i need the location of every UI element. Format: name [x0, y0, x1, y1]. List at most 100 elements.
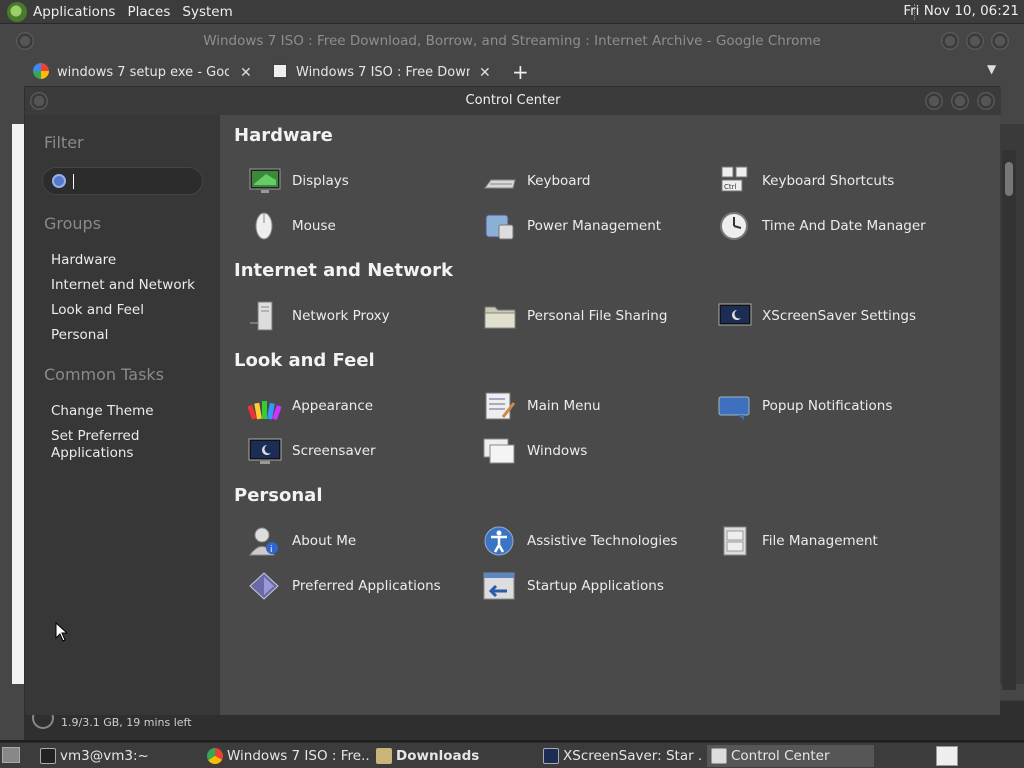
network-proxy-icon	[248, 301, 282, 331]
clock[interactable]: Fri Nov 10, 06:21	[903, 3, 1019, 19]
chrome-maximize-button[interactable]	[966, 32, 984, 50]
clock-icon	[718, 211, 752, 241]
scrollbar-thumb[interactable]	[1005, 162, 1013, 196]
item-time-and-date-manager[interactable]: Time And Date Manager	[718, 209, 926, 243]
task-terminal[interactable]: vm3@vm3:~	[36, 745, 196, 767]
task-chrome[interactable]: Windows 7 ISO : Fre...	[203, 745, 369, 767]
task-xscreensaver[interactable]: XScreenSaver: Star ...	[539, 745, 701, 767]
chrome-close-button[interactable]	[991, 32, 1009, 50]
sidebar-item-personal[interactable]: Personal	[51, 327, 108, 344]
cc-minimize-button[interactable]	[925, 92, 943, 110]
tab-label: Windows 7 ISO : Free Downloa	[296, 65, 470, 80]
item-appearance[interactable]: Appearance	[248, 389, 373, 423]
control-center-title[interactable]: Control Center	[25, 87, 1001, 115]
workspace-switcher-icon[interactable]	[936, 746, 958, 766]
sidebar-item-hardware[interactable]: Hardware	[51, 252, 116, 269]
tab-label: windows 7 setup exe - Google	[57, 65, 229, 80]
mate-logo-icon[interactable]	[7, 1, 27, 22]
cc-maximize-button[interactable]	[951, 92, 969, 110]
item-mouse[interactable]: Mouse	[248, 209, 336, 243]
item-assistive-technologies[interactable]: Assistive Technologies	[483, 524, 677, 558]
item-label: Displays	[292, 173, 349, 189]
section-title-internet-and-network: Internet and Network	[234, 260, 453, 281]
xscreensaver-icon	[543, 748, 559, 764]
cc-window-menu-button[interactable]	[30, 92, 48, 110]
tab-close-icon[interactable]: ✕	[240, 60, 252, 86]
item-label: Power Management	[527, 218, 662, 234]
startup-apps-icon	[483, 571, 517, 601]
mouse-pointer-icon	[55, 622, 67, 642]
screensaver-icon	[248, 436, 282, 466]
filter-input[interactable]	[42, 167, 203, 195]
item-about-me[interactable]: i About Me	[248, 524, 356, 558]
control-center-window: Control Center Filter Groups Hardware In…	[24, 86, 1001, 715]
about-me-icon: i	[248, 526, 282, 556]
appearance-icon	[248, 391, 282, 421]
system-menu[interactable]: System	[176, 4, 238, 20]
item-displays[interactable]: Displays	[248, 164, 349, 198]
item-label: Mouse	[292, 218, 336, 234]
applications-menu[interactable]: Applications	[27, 4, 121, 20]
task-set-preferred-applications[interactable]: Set Preferred Applications	[51, 428, 161, 462]
xscreensaver-icon	[718, 301, 752, 331]
item-file-management[interactable]: File Management	[718, 524, 878, 558]
terminal-icon	[40, 748, 56, 764]
item-label: About Me	[292, 533, 357, 549]
common-tasks-heading: Common Tasks	[44, 365, 165, 384]
item-preferred-applications[interactable]: Preferred Applications	[248, 569, 441, 603]
windows-icon	[483, 436, 517, 466]
task-control-center[interactable]: Control Center	[707, 745, 874, 767]
search-icon	[52, 174, 66, 188]
cc-close-button[interactable]	[977, 92, 995, 110]
google-icon	[33, 63, 49, 79]
page-content-edge	[12, 124, 24, 684]
tab-internet-archive[interactable]: Windows 7 ISO : Free Downloa	[272, 60, 470, 86]
folder-icon	[376, 748, 392, 764]
chrome-window-title: Windows 7 ISO : Free Download, Borrow, a…	[203, 33, 821, 49]
chrome-minimize-button[interactable]	[941, 32, 959, 50]
chrome-icon	[207, 748, 223, 764]
new-tab-button[interactable]: +	[512, 58, 529, 86]
item-label: Popup Notifications	[762, 398, 893, 414]
item-keyboard[interactable]: Keyboard	[483, 164, 590, 198]
item-keyboard-shortcuts[interactable]: Ctrl Keyboard Shortcuts	[718, 164, 894, 198]
item-startup-applications[interactable]: Startup Applications	[483, 569, 664, 603]
item-popup-notifications[interactable]: Popup Notifications	[718, 389, 892, 423]
file-sharing-icon	[483, 301, 517, 331]
item-label: Preferred Applications	[292, 578, 441, 594]
item-screensaver[interactable]: Screensaver	[248, 434, 376, 468]
item-label: Personal File Sharing	[527, 308, 668, 324]
item-main-menu[interactable]: Main Menu	[483, 389, 601, 423]
task-change-theme[interactable]: Change Theme	[51, 403, 154, 420]
item-label: Keyboard Shortcuts	[762, 173, 895, 189]
chrome-scrollbar[interactable]	[1002, 150, 1016, 690]
download-status: 1.9/3.1 GB, 19 mins left	[61, 716, 192, 729]
item-label: Appearance	[292, 398, 374, 414]
item-label: Main Menu	[527, 398, 601, 414]
sidebar-item-look-and-feel[interactable]: Look and Feel	[51, 302, 144, 319]
show-desktop-icon[interactable]	[2, 747, 20, 763]
item-label: Time And Date Manager	[762, 218, 926, 234]
display-icon	[248, 166, 282, 196]
item-windows[interactable]: Windows	[483, 434, 587, 468]
item-power-management[interactable]: Power Management	[483, 209, 661, 243]
tab-search-chevron-icon[interactable]: ▼	[987, 62, 996, 76]
svg-text:Ctrl: Ctrl	[724, 183, 737, 191]
file-management-icon	[718, 526, 752, 556]
item-label: File Management	[762, 533, 878, 549]
item-label: Keyboard	[527, 173, 591, 189]
text-caret	[73, 174, 74, 189]
task-downloads[interactable]: Downloads	[372, 745, 534, 767]
tab-close-icon[interactable]: ✕	[479, 60, 491, 86]
item-label: Windows	[527, 443, 588, 459]
item-xscreensaver-settings[interactable]: XScreenSaver Settings	[718, 299, 916, 333]
item-network-proxy[interactable]: Network Proxy	[248, 299, 390, 333]
keyboard-shortcuts-icon: Ctrl	[718, 166, 752, 196]
item-personal-file-sharing[interactable]: Personal File Sharing	[483, 299, 667, 333]
mouse-icon	[248, 211, 282, 241]
item-label: Screensaver	[292, 443, 376, 459]
places-menu[interactable]: Places	[121, 4, 176, 20]
item-label: Startup Applications	[527, 578, 664, 594]
tab-google-search[interactable]: windows 7 setup exe - Google	[33, 60, 229, 86]
sidebar-item-internet-and-network[interactable]: Internet and Network	[51, 277, 195, 294]
